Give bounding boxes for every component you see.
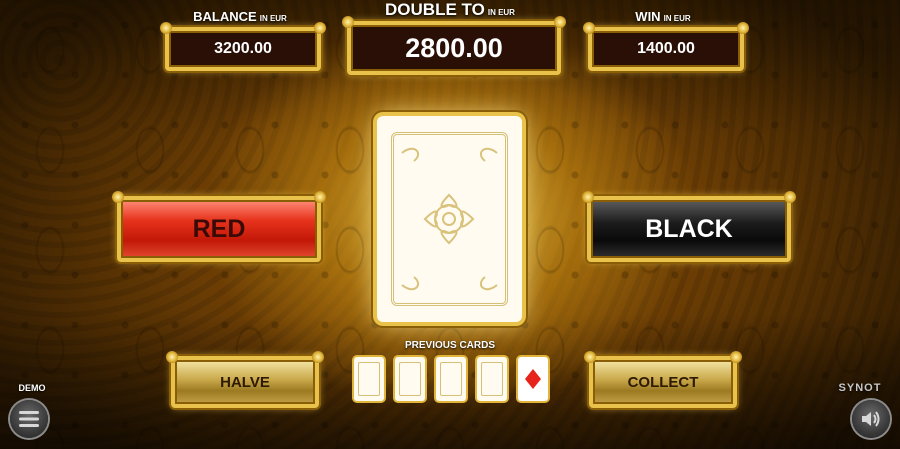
collect-button-label: COLLECT [627,373,699,391]
win-value: 1400.00 [637,40,695,57]
double-to-display: 2800.00 [342,16,566,75]
halve-button[interactable]: HALVE [166,351,324,408]
sound-button[interactable] [852,400,890,438]
diamond-suit-icon [525,369,541,389]
previous-card [395,357,425,401]
black-button[interactable]: BLACK [582,191,796,262]
previous-card [436,357,466,401]
card-ornament-icon [401,147,498,291]
collect-button[interactable]: COLLECT [584,351,742,408]
speaker-icon [862,411,880,427]
balance-display: 3200.00 [160,22,326,71]
previous-card [477,357,507,401]
gamble-screen: BALANCE IN EUR 3200.00 DOUBLE TO IN EUR 28… [0,0,900,449]
brand-logo: SYNOT [838,382,882,394]
win-label: WIN IN EUR [635,9,691,24]
previous-card [354,357,384,401]
balance-label: BALANCE IN EUR [193,9,287,24]
face-down-card [377,116,522,322]
previous-cards-label: PREVIOUS CARDS [404,340,495,351]
double-to-value: 2800.00 [405,32,503,63]
demo-label: DEMO [18,383,46,393]
black-button-label: BLACK [645,214,733,243]
balance-value: 3200.00 [214,40,272,57]
previous-card-diamond [518,357,548,401]
menu-button[interactable] [10,400,48,438]
win-display: 1400.00 [583,22,749,71]
halve-button-label: HALVE [220,373,270,391]
double-to-label: DOUBLE TO IN EUR [385,0,515,19]
card-back-pattern [391,132,508,306]
menu-icon [19,411,39,427]
red-button-label: RED [192,214,246,243]
red-button[interactable]: RED [112,191,326,262]
